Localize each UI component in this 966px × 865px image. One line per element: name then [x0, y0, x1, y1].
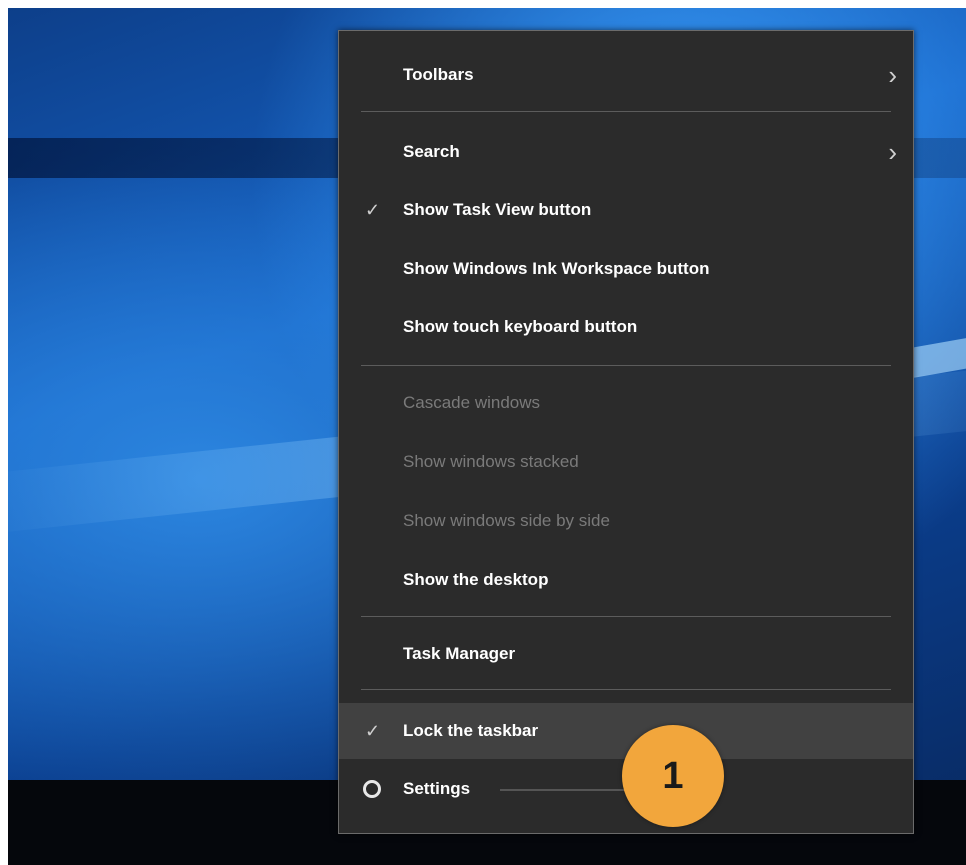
menu-item-label: Settings	[403, 779, 471, 798]
menu-item-show-windows-side-by-side: Show windows side by side	[339, 495, 913, 547]
menu-item-label: Show touch keyboard button	[403, 317, 638, 336]
menu-item-label: Cascade windows	[403, 393, 541, 412]
menu-item-show-task-view-button[interactable]: ✓ Show Task View button	[339, 184, 913, 236]
menu-item-show-touch-keyboard-button[interactable]: Show touch keyboard button	[339, 301, 913, 353]
menu-separator	[361, 616, 891, 617]
menu-item-lock-the-taskbar[interactable]: ✓ Lock the taskbar	[339, 703, 913, 759]
menu-item-show-windows-stacked: Show windows stacked	[339, 436, 913, 488]
taskbar-context-menu: Toolbars › Search › ✓ Show Task View but…	[338, 30, 914, 834]
menu-item-label: Lock the taskbar	[403, 721, 539, 740]
callout-connector	[500, 789, 625, 791]
menu-item-label: Show Windows Ink Workspace button	[403, 259, 710, 278]
menu-separator	[361, 111, 891, 112]
menu-item-task-manager[interactable]: Task Manager	[339, 628, 913, 680]
menu-item-show-the-desktop[interactable]: Show the desktop	[339, 554, 913, 606]
menu-item-label: Show the desktop	[403, 570, 549, 589]
menu-separator	[361, 689, 891, 690]
menu-item-label: Show Task View button	[403, 200, 592, 219]
menu-item-label: Search	[403, 142, 460, 161]
menu-separator	[361, 365, 891, 366]
menu-item-show-windows-ink-workspace-button[interactable]: Show Windows Ink Workspace button	[339, 243, 913, 295]
menu-item-search[interactable]: Search ›	[339, 126, 913, 178]
menu-item-toolbars[interactable]: Toolbars ›	[339, 49, 913, 101]
menu-item-cascade-windows: Cascade windows	[339, 377, 913, 429]
step-number-callout: 1	[622, 725, 724, 827]
checkmark-icon: ✓	[365, 199, 381, 220]
menu-item-label: Toolbars	[403, 65, 474, 84]
menu-item-label: Show windows side by side	[403, 511, 610, 530]
gear-icon	[363, 780, 381, 798]
chevron-right-icon: ›	[888, 136, 897, 167]
chevron-right-icon: ›	[888, 59, 897, 90]
checkmark-icon: ✓	[365, 720, 381, 741]
menu-item-label: Show windows stacked	[403, 452, 579, 471]
menu-item-label: Task Manager	[403, 644, 516, 663]
